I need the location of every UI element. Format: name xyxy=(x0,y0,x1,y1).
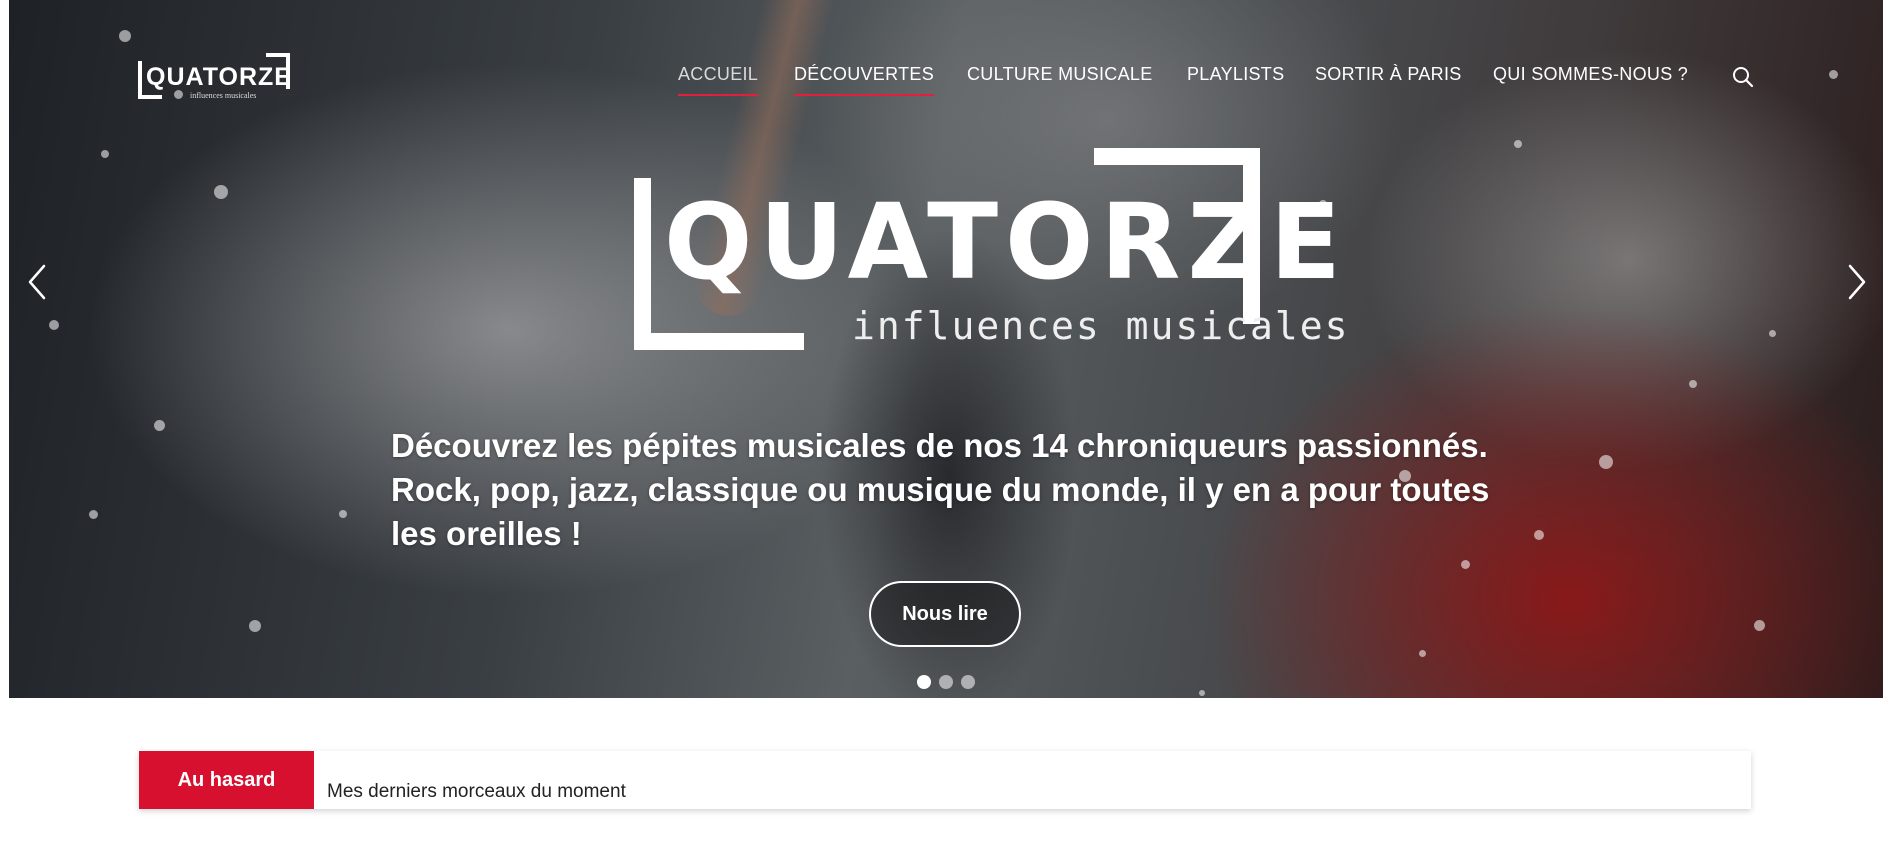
main-nav: ACCUEIL DÉCOUVERTES CULTURE MUSICALE PLA… xyxy=(0,64,1891,104)
chevron-left-icon[interactable] xyxy=(22,262,52,302)
hero-logo: QUATORZE influences musicales xyxy=(634,148,1348,352)
slider-dot-2[interactable] xyxy=(939,675,953,689)
hero-logo-subtitle: influences musicales xyxy=(852,304,1350,348)
nav-item-qui-sommes-nous[interactable]: QUI SOMMES-NOUS ? xyxy=(1493,64,1688,85)
chevron-right-icon[interactable] xyxy=(1842,262,1872,302)
random-label: Au hasard xyxy=(139,751,314,809)
hero-tagline: Découvrez les pépites musicales de nos 1… xyxy=(391,427,1490,552)
nav-item-decouvertes[interactable]: DÉCOUVERTES xyxy=(794,64,934,96)
nav-item-accueil[interactable]: ACCUEIL xyxy=(678,64,759,96)
random-post-link[interactable]: Mes derniers morceaux du moment xyxy=(327,781,626,803)
nav-item-playlists[interactable]: PLAYLISTS xyxy=(1187,64,1284,85)
slider-dot-3[interactable] xyxy=(961,675,975,689)
nav-item-sortir-a-paris[interactable]: SORTIR À PARIS xyxy=(1315,64,1462,85)
read-us-button[interactable]: Nous lire xyxy=(869,581,1021,647)
hero-logo-text: QUATORZE xyxy=(664,181,1348,303)
search-icon[interactable] xyxy=(1732,66,1754,88)
slider-dot-1[interactable] xyxy=(917,675,931,689)
random-post-bar: Au hasard Mes derniers morceaux du momen… xyxy=(139,751,1751,809)
nav-item-culture-musicale[interactable]: CULTURE MUSICALE xyxy=(967,64,1153,85)
